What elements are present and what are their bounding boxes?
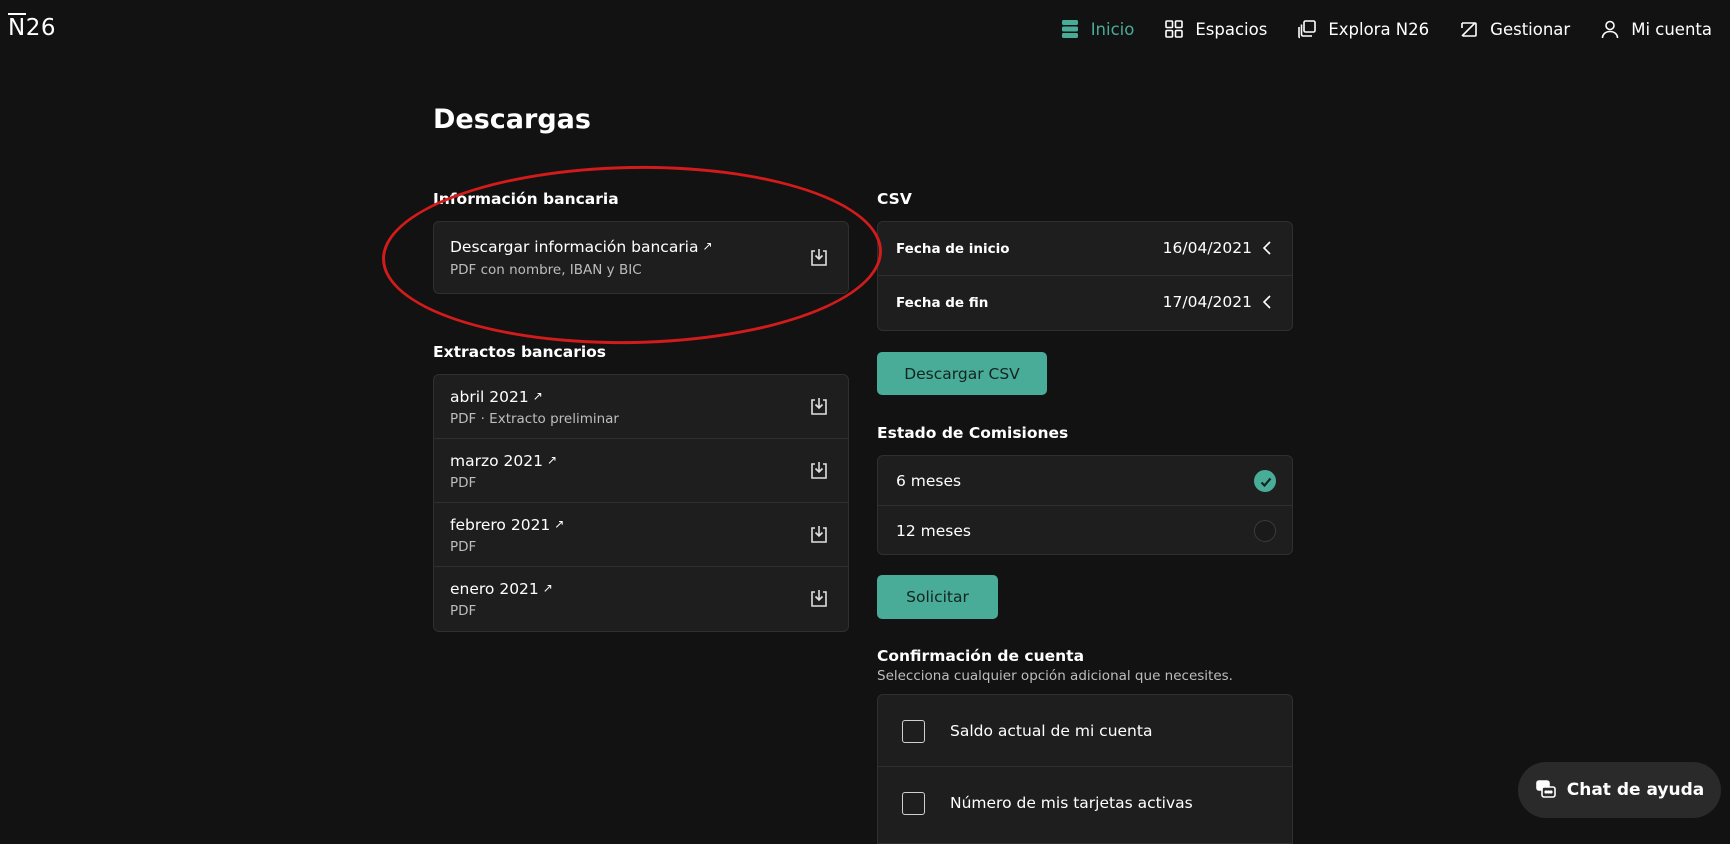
csv-start-date-value: 16/04/2021 (1162, 239, 1252, 257)
chevron-left-icon (1262, 241, 1271, 255)
external-link-icon: ↗ (546, 453, 558, 467)
home-icon (1061, 20, 1078, 38)
csv-start-date-row[interactable]: Fecha de inicio 16/04/2021 (878, 222, 1292, 276)
explore-icon (1298, 20, 1317, 39)
download-icon[interactable] (808, 524, 830, 546)
logo-n: N (8, 13, 26, 41)
statement-label: febrero 2021 (450, 516, 551, 534)
statement-title: abril 2021 ↗ (450, 388, 543, 406)
statement-subtitle: PDF (450, 539, 477, 555)
nav-label: Explora N26 (1328, 19, 1430, 39)
statement-title: febrero 2021 ↗ (450, 516, 564, 534)
external-link-icon: ↗ (532, 389, 543, 403)
radio-unchecked[interactable] (1254, 520, 1276, 542)
spaces-icon (1165, 20, 1184, 38)
statement-row-january-2021[interactable]: enero 2021 ↗ PDF (434, 567, 848, 631)
checkbox[interactable] (902, 792, 925, 815)
statement-row-march-2021[interactable]: marzo 2021 ↗ PDF (434, 439, 848, 503)
download-icon[interactable] (808, 460, 830, 482)
statement-subtitle: PDF · Extracto preliminar (450, 411, 619, 427)
download-bank-info-row[interactable]: Descargar información bancaria ↗ PDF con … (434, 222, 848, 293)
download-icon[interactable] (808, 247, 830, 269)
statement-label: marzo 2021 (450, 452, 543, 470)
csv-end-date-value: 17/04/2021 (1162, 293, 1252, 311)
download-icon[interactable] (808, 396, 830, 418)
fees-option-12-months[interactable]: 12 meses (878, 506, 1292, 554)
confirmation-card: Saldo actual de mi cuenta Número de mis … (877, 694, 1293, 844)
statement-label: abril 2021 (450, 388, 529, 406)
csv-heading: CSV (877, 190, 912, 208)
nav-label: Mi cuenta (1631, 19, 1712, 39)
csv-end-date-row[interactable]: Fecha de fin 17/04/2021 (878, 276, 1292, 330)
main-nav: Inicio Espacios Explora N26 Gestionar Mi… (1060, 19, 1712, 39)
check-icon (1260, 477, 1272, 488)
statement-label: enero 2021 (450, 580, 539, 598)
confirmation-heading: Confirmación de cuenta (877, 647, 1085, 665)
confirmation-option-label: Número de mis tarjetas activas (950, 794, 1193, 812)
checkbox[interactable] (902, 720, 925, 743)
statements-card: abril 2021 ↗ PDF · Extracto preliminar ma… (433, 374, 849, 632)
chat-help-label: Chat de ayuda (1566, 780, 1705, 800)
external-link-icon: ↗ (702, 239, 713, 253)
fees-option-6-months[interactable]: 6 meses (878, 456, 1292, 506)
n26-logo[interactable]: N26 (8, 13, 56, 41)
nav-item-gestionar[interactable]: Gestionar (1459, 19, 1570, 39)
chat-icon (1535, 780, 1556, 798)
radio-checked[interactable] (1254, 470, 1276, 492)
bank-info-heading: Información bancaria (433, 190, 619, 208)
external-link-icon: ↗ (554, 517, 565, 531)
statement-title: enero 2021 ↗ (450, 580, 553, 598)
confirmation-option-label: Saldo actual de mi cuenta (950, 722, 1153, 740)
fees-card: 6 meses 12 meses (877, 455, 1293, 555)
download-csv-button[interactable]: Descargar CSV (877, 352, 1047, 395)
external-link-icon: ↗ (542, 581, 553, 595)
statement-row-april-2021[interactable]: abril 2021 ↗ PDF · Extracto preliminar (434, 375, 848, 439)
confirmation-subtitle: Selecciona cualquier opción adicional qu… (877, 668, 1233, 684)
statement-subtitle: PDF (450, 475, 477, 491)
nav-item-explora[interactable]: Explora N26 (1297, 19, 1429, 39)
fees-option-label: 12 meses (896, 522, 971, 540)
top-navigation-bar: N26 Inicio Espacios Explora N26 Gestiona… (0, 0, 1730, 62)
fees-option-label: 6 meses (896, 472, 962, 490)
statements-heading: Extractos bancarios (433, 343, 607, 361)
csv-start-date-label: Fecha de inicio (896, 241, 1010, 257)
logo-digits: 26 (25, 15, 56, 41)
request-button[interactable]: Solicitar (877, 575, 998, 619)
chevron-left-icon (1262, 295, 1271, 309)
csv-end-date-label: Fecha de fin (896, 295, 989, 311)
nav-label: Inicio (1090, 19, 1135, 39)
page-title: Descargas (433, 104, 591, 135)
manage-icon (1461, 22, 1477, 37)
nav-label: Espacios (1195, 19, 1268, 39)
nav-item-mi-cuenta[interactable]: Mi cuenta (1600, 19, 1712, 39)
confirmation-option-cards[interactable]: Número de mis tarjetas activas (878, 767, 1292, 839)
nav-item-inicio[interactable]: Inicio (1060, 19, 1135, 39)
statement-subtitle: PDF (450, 603, 477, 619)
fees-heading: Estado de Comisiones (877, 424, 1069, 442)
nav-label: Gestionar (1490, 19, 1571, 39)
chat-help-button[interactable]: Chat de ayuda (1518, 762, 1721, 818)
download-bank-info-label: Descargar información bancaria (450, 238, 699, 256)
statement-row-february-2021[interactable]: febrero 2021 ↗ PDF (434, 503, 848, 567)
confirmation-option-balance[interactable]: Saldo actual de mi cuenta (878, 695, 1292, 767)
user-icon (1601, 20, 1619, 39)
download-bank-info-title: Descargar información bancaria ↗ (450, 238, 713, 256)
download-bank-info-subtitle: PDF con nombre, IBAN y BIC (450, 262, 642, 278)
download-icon[interactable] (808, 588, 830, 610)
csv-card: Fecha de inicio 16/04/2021 Fecha de fin … (877, 221, 1293, 331)
nav-item-espacios[interactable]: Espacios (1164, 19, 1267, 39)
statement-title: marzo 2021 ↗ (450, 452, 557, 470)
bank-info-card: Descargar información bancaria ↗ PDF con … (433, 221, 849, 294)
